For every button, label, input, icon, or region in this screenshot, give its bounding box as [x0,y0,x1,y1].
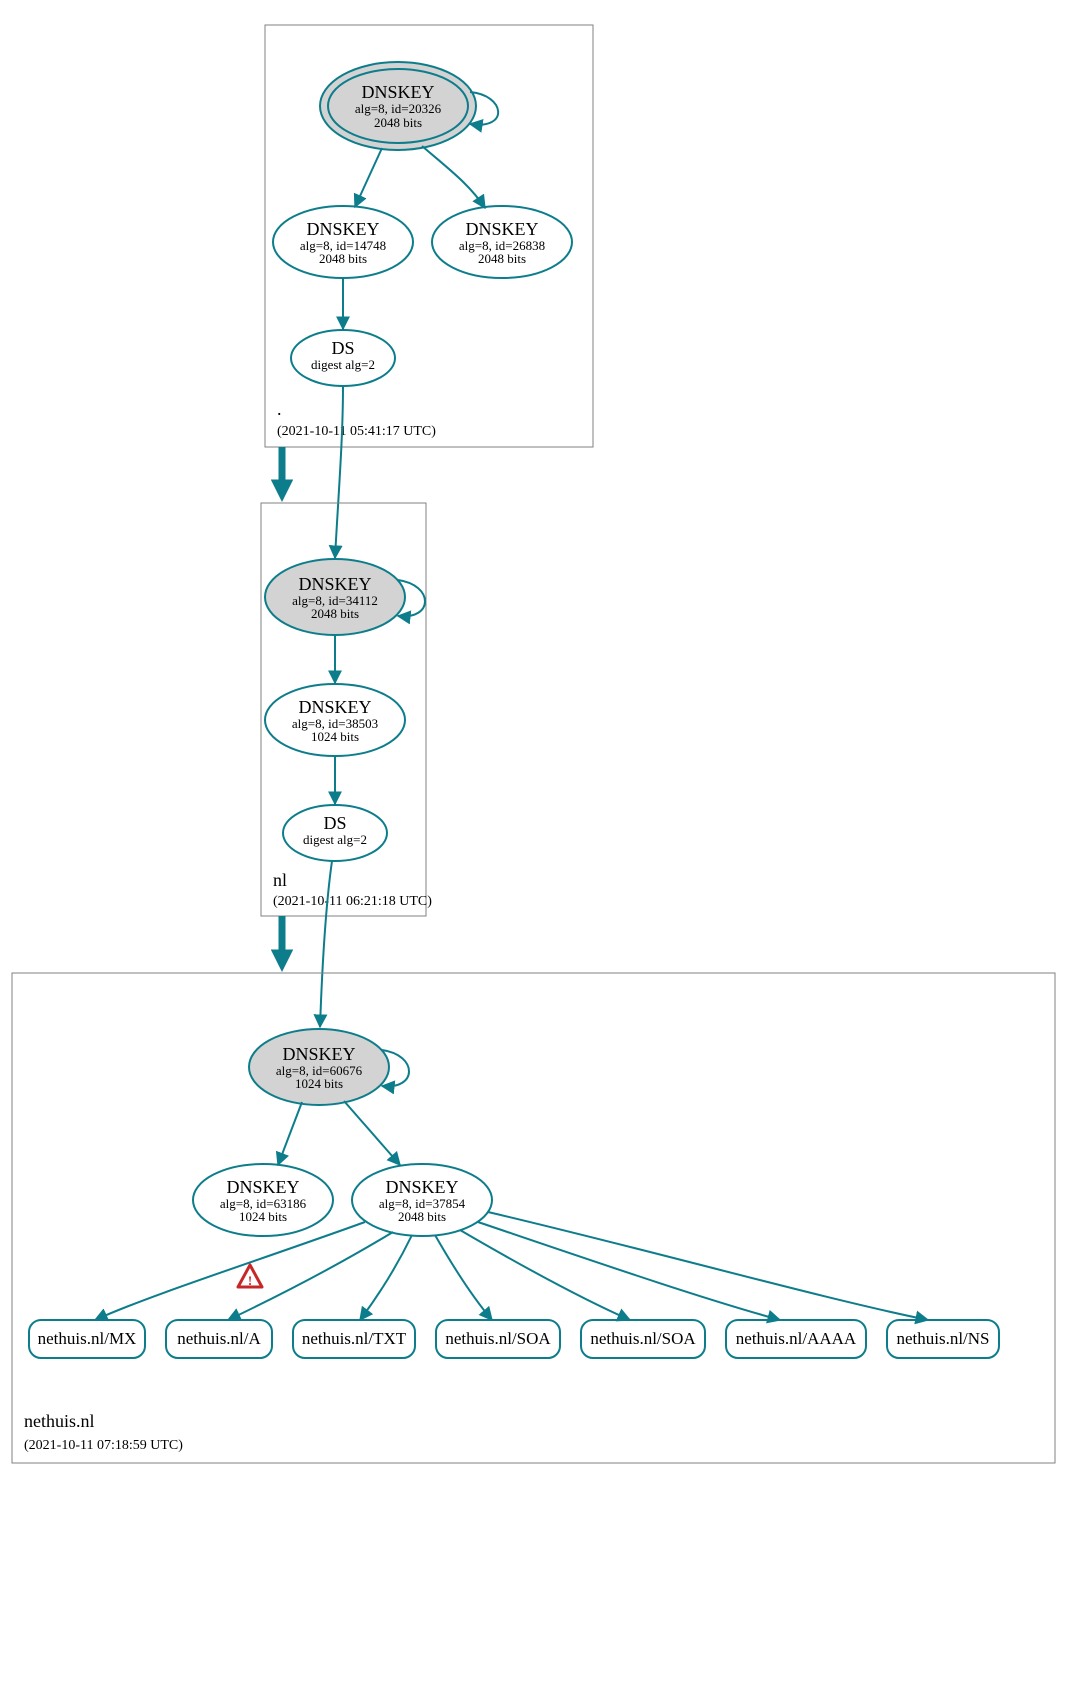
svg-text:2048 bits: 2048 bits [398,1209,446,1224]
zone-root: . (2021-10-11 05:41:17 UTC) DNSKEY alg=8… [265,25,593,447]
svg-text:1024 bits: 1024 bits [239,1209,287,1224]
svg-text:1024 bits: 1024 bits [311,729,359,744]
svg-text:DNSKEY: DNSKEY [282,1044,355,1064]
nethuis-zsk1-node: DNSKEY alg=8, id=63186 1024 bits [193,1164,333,1236]
svg-text:2048 bits: 2048 bits [478,251,526,266]
svg-text:nethuis.nl/A: nethuis.nl/A [177,1329,261,1348]
svg-text:!: ! [248,1273,252,1288]
edge-zsk2-aaaa [478,1222,780,1320]
svg-text:DNSKEY: DNSKEY [226,1177,299,1197]
svg-text:DS: DS [331,338,354,358]
root-ksk-node: DNSKEY alg=8, id=20326 2048 bits [320,62,476,150]
svg-text:DNSKEY: DNSKEY [361,82,434,102]
nl-ksk-node: DNSKEY alg=8, id=34112 2048 bits [265,559,405,635]
edge-rds-nlksk [335,386,343,558]
svg-text:DNSKEY: DNSKEY [298,574,371,594]
root-ds-node: DS digest alg=2 [291,330,395,386]
zone-nl: nl (2021-10-11 06:21:18 UTC) DNSKEY alg=… [261,503,432,916]
svg-text:DNSKEY: DNSKEY [465,219,538,239]
nethuis-ksk-node: DNSKEY alg=8, id=60676 1024 bits [249,1029,389,1105]
svg-text:digest alg=2: digest alg=2 [311,357,375,372]
svg-text:DNSKEY: DNSKEY [298,697,371,717]
zone-nl-name: nl [273,870,287,890]
svg-text:DS: DS [323,813,346,833]
edge-zsk2-soa1 [435,1235,492,1320]
zone-nethuis-date: (2021-10-11 07:18:59 UTC) [24,1438,183,1453]
edge-zsk2-ns [488,1212,928,1320]
rrset-txt: nethuis.nl/TXT [293,1320,415,1358]
svg-text:2048 bits: 2048 bits [311,606,359,621]
zone-nethuis-name: nethuis.nl [24,1411,95,1431]
root-zsk1-node: DNSKEY alg=8, id=14748 2048 bits [273,206,413,278]
svg-text:nethuis.nl/NS: nethuis.nl/NS [896,1329,989,1348]
svg-text:nethuis.nl/SOA: nethuis.nl/SOA [590,1329,696,1348]
svg-text:2048 bits: 2048 bits [374,115,422,130]
svg-text:DNSKEY: DNSKEY [385,1177,458,1197]
edge-rksk-rzsk2 [422,146,485,208]
warning-icon: ! [238,1265,262,1288]
rrset-mx: nethuis.nl/MX [29,1320,145,1358]
nl-zsk-node: DNSKEY alg=8, id=38503 1024 bits [265,684,405,756]
svg-text:nethuis.nl/MX: nethuis.nl/MX [38,1329,137,1348]
svg-text:2048 bits: 2048 bits [319,251,367,266]
rrset-soa-1: nethuis.nl/SOA [436,1320,560,1358]
edge-nlds-nhksk [320,861,332,1027]
root-zsk2-node: DNSKEY alg=8, id=26838 2048 bits [432,206,572,278]
rrset-a: nethuis.nl/A [166,1320,272,1358]
zone-nl-date: (2021-10-11 06:21:18 UTC) [273,894,432,909]
edge-rksk-rzsk1 [355,148,382,207]
svg-text:DNSKEY: DNSKEY [306,219,379,239]
zone-nethuis: nethuis.nl (2021-10-11 07:18:59 UTC) DNS… [12,973,1055,1463]
edge-nhksk-zsk1 [278,1102,302,1165]
svg-text:nethuis.nl/AAAA: nethuis.nl/AAAA [736,1329,857,1348]
svg-text:nethuis.nl/SOA: nethuis.nl/SOA [445,1329,551,1348]
edge-zsk2-soa2 [460,1230,630,1320]
rrset-ns: nethuis.nl/NS [887,1320,999,1358]
nethuis-zsk2-node: DNSKEY alg=8, id=37854 2048 bits [352,1164,492,1236]
zone-root-date: (2021-10-11 05:41:17 UTC) [277,424,436,439]
nl-ds-node: DS digest alg=2 [283,805,387,861]
svg-text:nethuis.nl/TXT: nethuis.nl/TXT [302,1329,407,1348]
rrset-soa-2: nethuis.nl/SOA [581,1320,705,1358]
edge-nhksk-zsk2 [344,1101,400,1165]
svg-text:1024 bits: 1024 bits [295,1076,343,1091]
rrset-aaaa: nethuis.nl/AAAA [726,1320,866,1358]
svg-text:digest alg=2: digest alg=2 [303,832,367,847]
svg-text:alg=8, id=20326: alg=8, id=20326 [355,101,442,116]
zone-root-name: . [277,399,282,419]
